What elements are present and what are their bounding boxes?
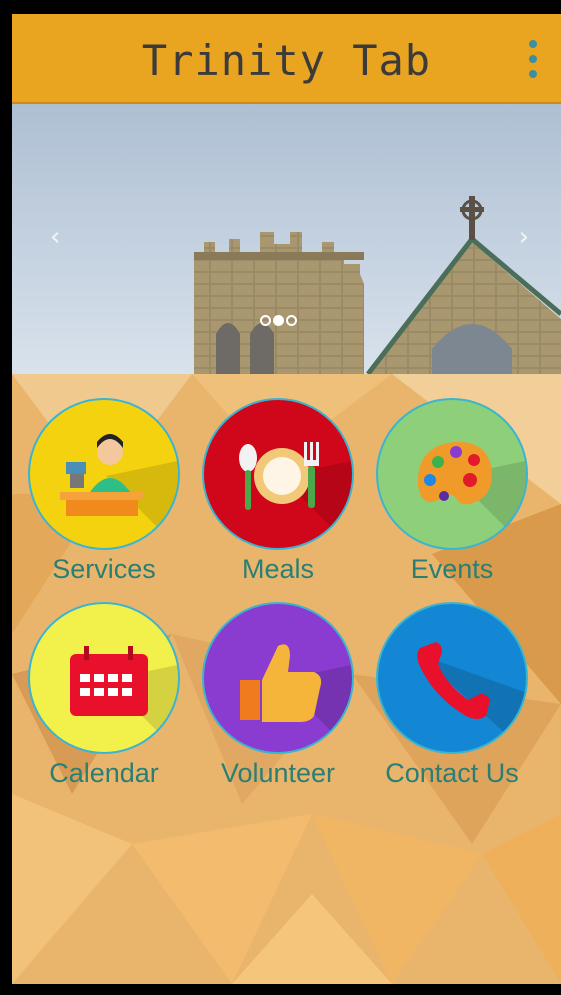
image-carousel[interactable]: ‹ › [12,104,561,374]
app-title: Trinity Tab [141,36,432,85]
app-bar: Trinity Tab [12,14,561,104]
tile-label: Volunteer [220,758,336,788]
palette-icon [376,398,528,550]
overflow-menu-icon[interactable] [527,40,539,80]
dinner-plate-icon [202,398,354,550]
tile-label: Services [52,554,156,584]
carousel-next-icon[interactable]: › [519,222,529,252]
calendar-icon [28,602,180,754]
tile-label: Events [410,554,494,584]
carousel-dot[interactable] [260,315,271,326]
carousel-dot[interactable] [286,315,297,326]
app-screen: Trinity Tab ‹ › Services Meals Events Ca… [12,14,561,984]
phone-icon [376,602,528,754]
thumbs-up-icon [202,602,354,754]
calendar-tile[interactable]: Calendar [24,602,184,789]
carousel-indicators [260,311,299,330]
meals-tile[interactable]: Meals [198,398,358,585]
volunteer-tile[interactable]: Volunteer [198,602,358,789]
tile-label: Meals [241,554,315,584]
carousel-prev-icon[interactable]: ‹ [50,222,60,252]
tile-label: Contact Us [385,758,519,788]
contact-us-tile[interactable]: Contact Us [372,602,532,789]
services-tile[interactable]: Services [24,398,184,585]
menu-grid: Services Meals Events Calendar Volunteer… [12,374,561,984]
cashier-icon [28,398,180,550]
carousel-dot[interactable] [273,315,284,326]
events-tile[interactable]: Events [372,398,532,585]
church-photo [12,104,561,374]
tile-label: Calendar [49,758,159,788]
